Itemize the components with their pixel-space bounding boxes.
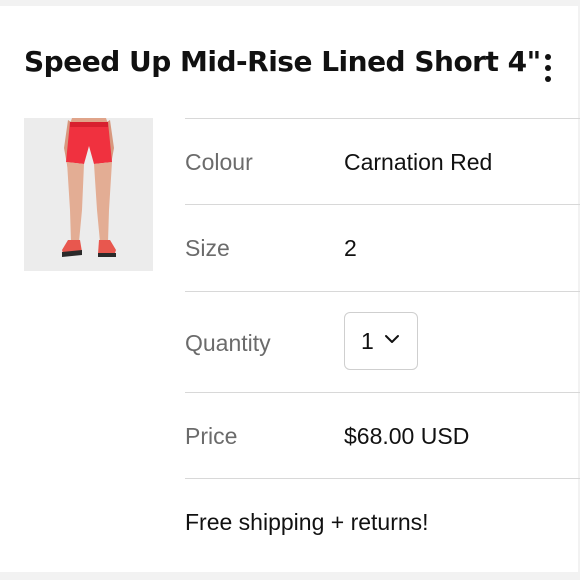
more-options-button[interactable] [534, 50, 564, 86]
product-title: Speed Up Mid-Rise Lined Short 4" [24, 45, 541, 78]
product-image[interactable] [24, 118, 153, 271]
quantity-label: Quantity [185, 330, 271, 356]
price-value: $68.00 USD [344, 423, 470, 449]
detail-row-size: Size 2 [185, 204, 580, 291]
colour-label: Colour [185, 149, 253, 175]
detail-row-colour: Colour Carnation Red [185, 118, 580, 204]
product-card: Speed Up Mid-Rise Lined Short 4" Colour … [0, 6, 580, 572]
shipping-note: Free shipping + returns! [185, 509, 429, 535]
colour-value: Carnation Red [344, 149, 493, 175]
quantity-value: 1 [361, 328, 374, 354]
size-label: Size [185, 235, 230, 261]
quantity-select[interactable]: 1 [344, 312, 418, 370]
price-label: Price [185, 423, 238, 449]
size-value: 2 [344, 235, 357, 261]
detail-row-quantity: Quantity 1 [185, 291, 580, 392]
chevron-down-icon [385, 335, 399, 343]
detail-row-price: Price $68.00 USD [185, 392, 580, 478]
product-details: Colour Carnation Red Size 2 Quantity 1 P… [185, 118, 580, 564]
detail-row-shipping: Free shipping + returns! [185, 478, 580, 564]
